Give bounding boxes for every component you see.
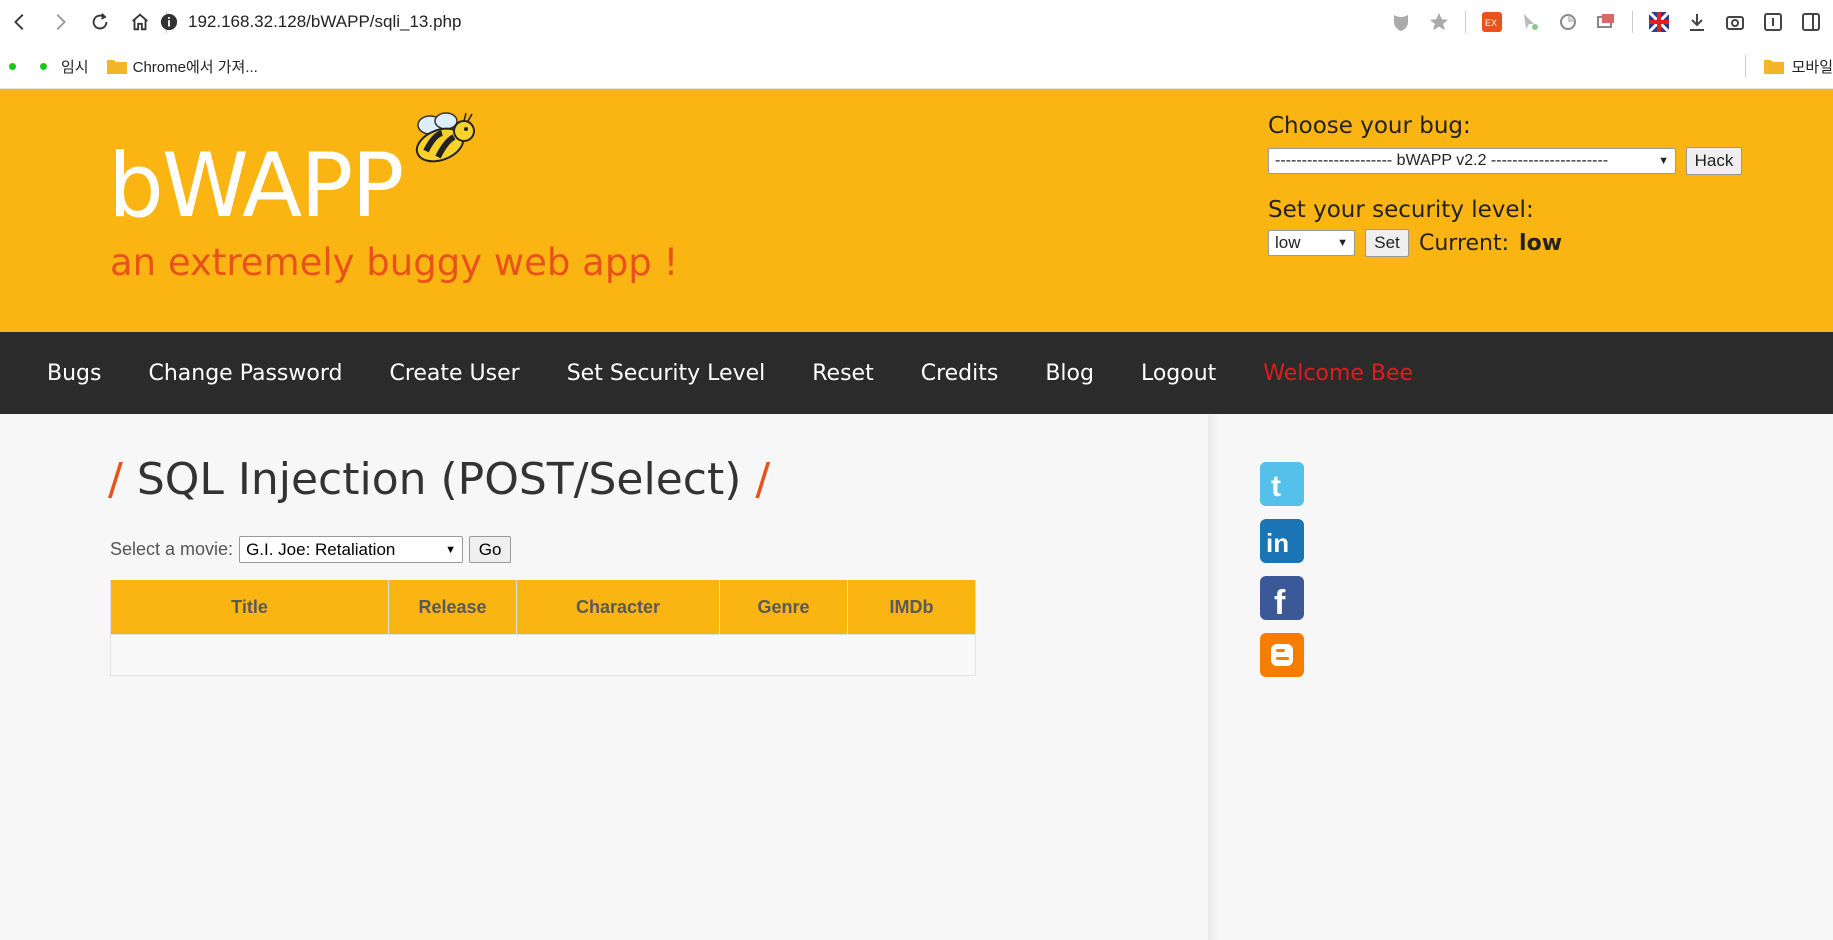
column-header-genre: Genre	[719, 580, 848, 635]
site-logo[interactable]: bWAPP	[108, 134, 404, 237]
security-select-value: low	[1275, 233, 1301, 252]
linkedin-link[interactable]: in	[1260, 519, 1304, 563]
movie-select[interactable]: G.I. Joe: Retaliation ▼	[239, 536, 464, 563]
folder-icon	[106, 60, 127, 74]
svg-text:in: in	[1266, 528, 1289, 558]
security-level-label: Set your security level:	[1268, 197, 1534, 223]
facebook-icon: f	[1260, 576, 1304, 620]
movie-form: Select a movie: G.I. Joe: Retaliation ▼ …	[110, 536, 512, 563]
svg-text:t: t	[1271, 470, 1281, 503]
linkedin-icon: in	[1260, 519, 1304, 563]
chevron-down-icon: ▼	[1658, 155, 1669, 167]
security-select[interactable]: low ▼	[1268, 230, 1355, 256]
column-header-release: Release	[388, 580, 517, 635]
menu-item-change-password[interactable]: Change Password	[148, 361, 342, 386]
divider	[1744, 55, 1746, 77]
welcome-message: Welcome Bee	[1263, 360, 1414, 386]
divider	[1465, 11, 1466, 33]
download-icon[interactable]	[1685, 10, 1709, 34]
bookmark-dot-icon[interactable]	[40, 62, 47, 70]
choose-bug-label: Choose your bug:	[1268, 113, 1471, 139]
folder-icon	[1763, 60, 1784, 74]
menu-item-reset[interactable]: Reset	[812, 361, 873, 386]
menu-item-set-security-level[interactable]: Set Security Level	[567, 361, 766, 386]
bookmarks-bar: 임시 Chrome에서 가져... 모바일	[0, 44, 1833, 89]
sidebar-divider	[1208, 414, 1218, 940]
main-menu: Bugs Change Password Create User Set Sec…	[0, 332, 1833, 414]
menu-item-blog[interactable]: Blog	[1045, 361, 1094, 386]
svg-text:f: f	[1274, 584, 1286, 620]
set-button[interactable]: Set	[1365, 229, 1409, 257]
bookmark-label: Chrome에서 가져...	[132, 58, 258, 76]
current-level-value: low	[1519, 230, 1563, 256]
menu-item-bugs[interactable]: Bugs	[47, 361, 101, 386]
bookmark-folder[interactable]: Chrome에서 가져...	[106, 56, 258, 77]
bug-selector-panel: Choose your bug: ---------------------- …	[1268, 113, 1742, 257]
cast-extension-icon[interactable]	[1594, 10, 1618, 34]
url-text[interactable]: 192.168.32.128/bWAPP/sqli_13.php	[188, 12, 461, 32]
uk-flag-icon[interactable]	[1647, 10, 1671, 34]
shield-icon[interactable]	[1389, 10, 1413, 34]
home-button[interactable]	[120, 2, 160, 42]
movies-table: Title Release Character Genre IMDb	[110, 580, 976, 676]
browser-extensions: EX	[1389, 0, 1833, 44]
column-header-character: Character	[516, 580, 720, 635]
star-icon[interactable]	[1427, 10, 1451, 34]
forward-button[interactable]	[40, 2, 80, 42]
menu-item-credits[interactable]: Credits	[921, 361, 999, 386]
table-row	[110, 634, 976, 676]
column-header-imdb: IMDb	[847, 580, 976, 635]
bug-select[interactable]: ---------------------- bWAPP v2.2 ------…	[1268, 148, 1676, 174]
bee-icon	[415, 112, 475, 163]
empty-cell	[110, 634, 976, 676]
address-bar[interactable]: 192.168.32.128/bWAPP/sqli_13.php	[160, 6, 461, 38]
svg-text:EX: EX	[1485, 18, 1497, 28]
info-icon[interactable]	[160, 13, 178, 31]
page-title: / SQL Injection (POST/Select) /	[108, 454, 770, 505]
movie-select-value: G.I. Joe: Retaliation	[246, 539, 396, 559]
back-icon	[14, 14, 24, 30]
page-title-text: SQL Injection (POST/Select)	[136, 454, 742, 505]
reload-icon	[92, 13, 108, 30]
divider	[1632, 11, 1633, 33]
site-tagline: an extremely buggy web app !	[110, 241, 679, 284]
mouse-extension-icon[interactable]	[1556, 10, 1580, 34]
bookmark-label: 임시	[61, 58, 89, 76]
mobile-bookmarks[interactable]: 모바일	[1744, 44, 1833, 88]
twitter-icon: t	[1260, 462, 1304, 506]
cursor-extension-icon[interactable]	[1518, 10, 1542, 34]
bookmark-dot-icon[interactable]	[9, 62, 16, 70]
title-slash: /	[755, 454, 771, 505]
browser-toolbar: 192.168.32.128/bWAPP/sqli_13.php EX	[0, 0, 1833, 44]
ex-extension-icon[interactable]: EX	[1480, 10, 1504, 34]
bug-select-value: ---------------------- bWAPP v2.2 ------…	[1275, 152, 1609, 169]
sidebar-icon[interactable]	[1799, 10, 1823, 34]
table-header-row: Title Release Character Genre IMDb	[110, 580, 976, 635]
site-header: bWAPP an extremely buggy web app ! Choos…	[0, 89, 1833, 332]
blogger-link[interactable]	[1260, 633, 1304, 677]
camera-icon[interactable]	[1723, 10, 1747, 34]
facebook-link[interactable]: f	[1260, 576, 1304, 620]
chevron-down-icon: ▼	[445, 543, 457, 556]
current-level-label: Current:	[1419, 230, 1510, 256]
bookmark-item[interactable]: 임시	[61, 56, 89, 77]
main-content: / SQL Injection (POST/Select) / Select a…	[0, 414, 1833, 940]
twitter-link[interactable]: t	[1260, 462, 1304, 506]
blogger-icon	[1260, 633, 1304, 677]
forward-icon	[56, 14, 66, 30]
chevron-down-icon: ▼	[1337, 237, 1348, 249]
mobile-bookmarks-label: 모바일	[1791, 58, 1833, 76]
column-header-title: Title	[110, 580, 389, 635]
home-icon	[132, 13, 148, 31]
menu-item-create-user[interactable]: Create User	[389, 361, 519, 386]
go-button[interactable]: Go	[469, 536, 512, 563]
title-slash: /	[108, 454, 123, 505]
reader-icon[interactable]	[1761, 10, 1785, 34]
back-button[interactable]	[0, 2, 40, 42]
hack-button[interactable]: Hack	[1686, 147, 1742, 175]
reload-button[interactable]	[80, 2, 120, 42]
menu-item-logout[interactable]: Logout	[1141, 361, 1216, 386]
movie-label: Select a movie:	[110, 539, 234, 559]
